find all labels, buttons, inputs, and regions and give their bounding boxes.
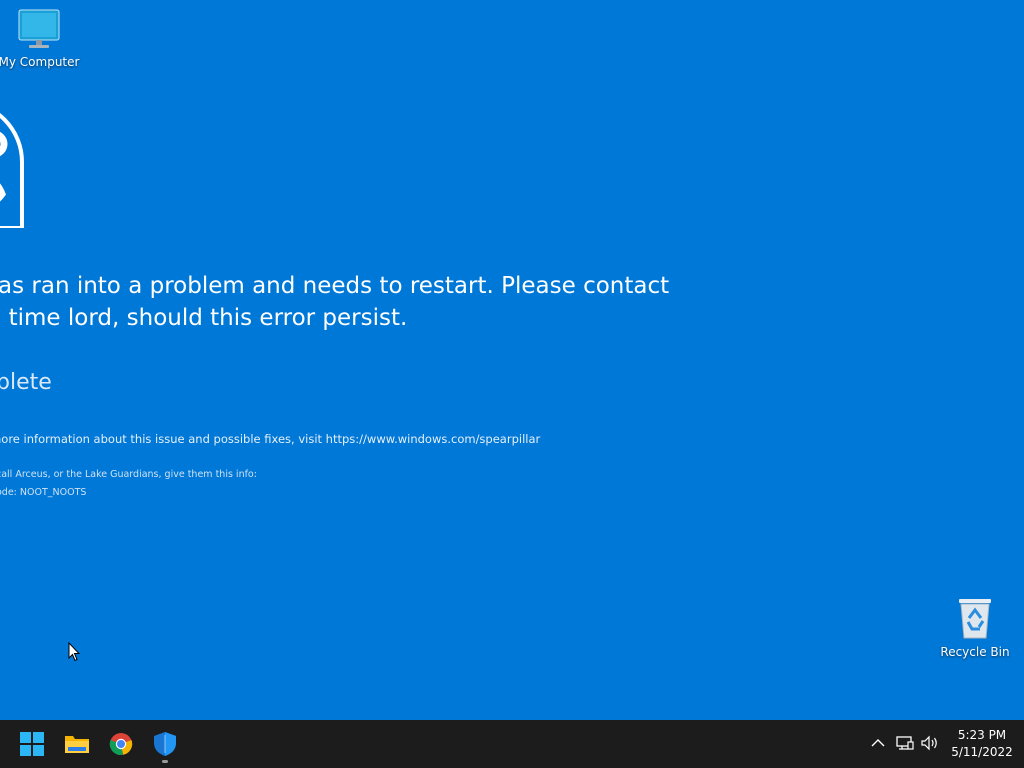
- error-message-line1: as ran into a problem and needs to resta…: [0, 273, 670, 299]
- desktop-icon-my-computer[interactable]: My Computer: [0, 8, 80, 69]
- network-button[interactable]: [895, 732, 915, 754]
- network-icon: [896, 736, 914, 750]
- chrome-icon: [109, 733, 133, 756]
- my-computer-label: My Computer: [0, 55, 80, 69]
- stop-code-text: ode: NOOT_NOOTS: [0, 487, 87, 498]
- mouse-cursor-icon: [68, 642, 80, 662]
- progress-text: plete: [0, 370, 52, 395]
- contact-text: call Arceus, or the Lake Guardians, give…: [0, 469, 257, 480]
- start-button[interactable]: [16, 728, 48, 760]
- desktop: as ran into a problem and needs to resta…: [0, 0, 1024, 720]
- chevron-up-icon: [871, 739, 885, 747]
- sad-face-icon: [0, 113, 24, 228]
- clock-time: 5:23 PM: [957, 728, 1007, 742]
- windows-start-icon: [20, 732, 44, 756]
- volume-button[interactable]: [920, 732, 940, 754]
- shield-icon: [154, 732, 176, 756]
- clock-date: 5/11/2022: [951, 745, 1013, 759]
- show-hidden-icons-button[interactable]: [868, 732, 888, 754]
- file-explorer-button[interactable]: [61, 728, 93, 760]
- recycle-bin-icon: [959, 599, 991, 639]
- running-indicator: [162, 760, 168, 763]
- volume-icon: [921, 735, 937, 751]
- info-text: nore information about this issue and po…: [0, 432, 541, 446]
- desktop-icon-recycle-bin[interactable]: Recycle Bin: [934, 596, 1016, 659]
- monitor-icon: [18, 9, 60, 48]
- windows-security-button[interactable]: [149, 728, 181, 760]
- folder-icon: [65, 736, 89, 753]
- recycle-bin-label: Recycle Bin: [940, 645, 1010, 659]
- clock[interactable]: 5:23 PM 5/11/2022: [944, 727, 1020, 761]
- chrome-button[interactable]: [105, 728, 137, 760]
- error-message-line2: . time lord, should this error persist.: [0, 305, 408, 331]
